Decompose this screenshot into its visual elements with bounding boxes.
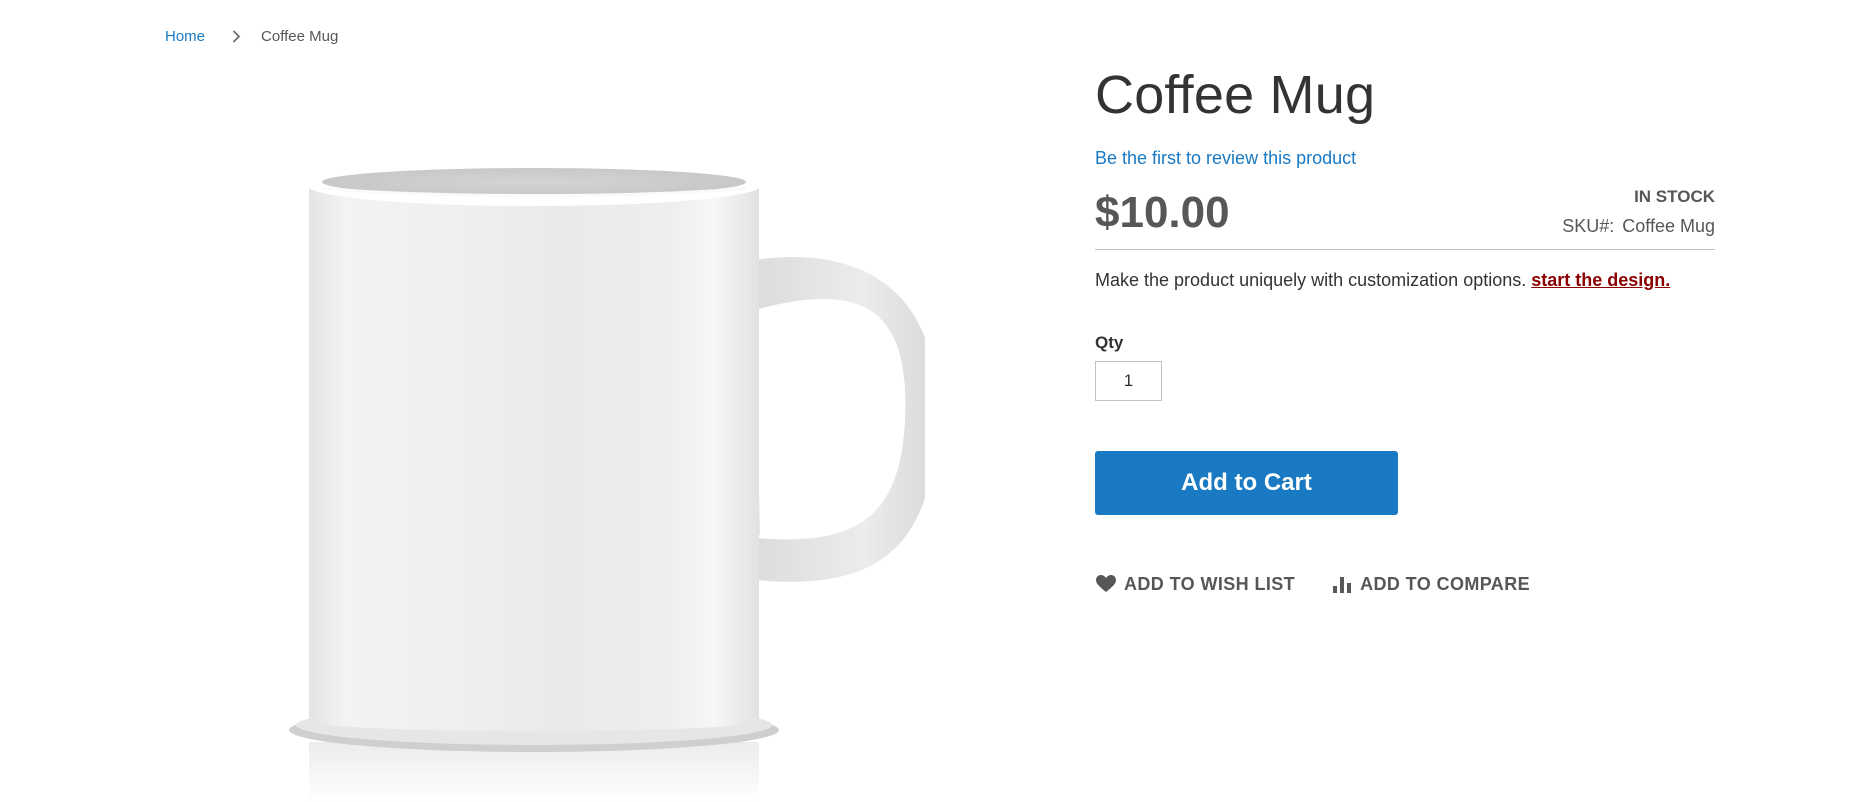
customization-text: Make the product uniquely with customiza… [1095, 270, 1527, 290]
chevron-right-icon [229, 30, 243, 44]
product-title: Coffee Mug [1095, 65, 1376, 125]
sku-label: SKU#: [1562, 216, 1615, 236]
product-info: Coffee Mug Be the first to review this p… [1095, 60, 1715, 595]
add-to-wishlist-link[interactable]: ADD TO WISH LIST [1095, 573, 1295, 595]
customization-note: Make the product uniquely with customiza… [1095, 270, 1715, 291]
stock-info: IN STOCK SKU#: Coffee Mug [1562, 187, 1715, 237]
stock-status: IN STOCK [1634, 187, 1715, 206]
compare-label: ADD TO COMPARE [1360, 573, 1531, 594]
qty-input[interactable] [1095, 361, 1162, 401]
add-to-cart-button[interactable]: Add to Cart [1095, 451, 1398, 515]
review-link[interactable]: Be the first to review this product [1095, 148, 1715, 169]
price-row: $10.00 IN STOCK SKU#: Coffee Mug [1095, 187, 1715, 237]
breadcrumb-home-link[interactable]: Home [165, 28, 205, 45]
start-design-link[interactable]: start the design. [1531, 270, 1670, 290]
sku-value: Coffee Mug [1622, 216, 1715, 236]
breadcrumb: Home Coffee Mug [165, 28, 338, 45]
product-actions: ADD TO WISH LIST ADD TO COMPARE [1095, 573, 1715, 595]
coffee-mug-image [289, 166, 925, 802]
heart-icon [1095, 573, 1117, 595]
breadcrumb-current: Coffee Mug [261, 28, 339, 45]
sku: SKU#: Coffee Mug [1562, 216, 1715, 237]
add-to-compare-link[interactable]: ADD TO COMPARE [1331, 573, 1530, 595]
bar-chart-icon [1331, 573, 1353, 595]
qty-label: Qty [1095, 333, 1124, 352]
divider [1095, 249, 1715, 250]
wishlist-label: ADD TO WISH LIST [1124, 573, 1296, 594]
product-image-gallery[interactable] [165, 70, 925, 802]
